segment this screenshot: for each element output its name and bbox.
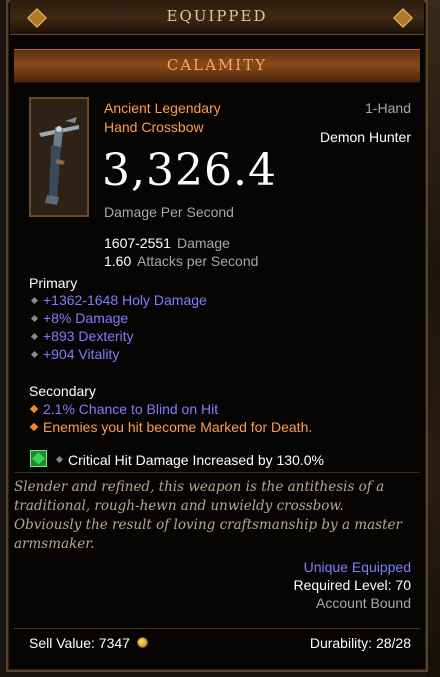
primary-heading: Primary <box>29 275 78 291</box>
emerald-gem-icon <box>30 450 47 467</box>
primary-stat: +8% Damage <box>43 310 129 326</box>
item-name-banner: CALAMITY <box>14 49 420 83</box>
secondary-stat-legendary: Enemies you hit become Marked for Death. <box>43 419 313 435</box>
socket-bonus: Critical Hit Damage Increased by 130.0% <box>68 452 325 468</box>
background-scene <box>426 0 440 677</box>
durability: Durability: 28/28 <box>309 635 411 651</box>
secondary-stat: 2.1% Chance to Blind on Hit <box>43 401 219 417</box>
item-class: Demon Hunter <box>319 129 411 145</box>
dps-label: Damage Per Second <box>104 204 234 220</box>
divider <box>14 472 420 473</box>
item-icon-frame <box>29 97 89 217</box>
item-type: Hand Crossbow <box>104 119 204 135</box>
gold-coin-icon <box>137 637 148 648</box>
primary-stat: +904 Vitality <box>43 346 120 362</box>
hand-crossbow-icon <box>31 99 87 215</box>
account-bound: Account Bound <box>316 595 411 611</box>
attack-speed-label: Attacks per Second <box>137 253 259 269</box>
secondary-heading: Secondary <box>29 383 96 399</box>
attack-speed-value: 1.60 <box>104 253 132 269</box>
equipped-header: EQUIPPED <box>10 0 424 35</box>
required-level: Required Level: 70 <box>293 577 411 593</box>
item-name: CALAMITY <box>166 56 268 74</box>
dps-value: 3,326.4 <box>102 145 277 196</box>
unique-equipped: Unique Equipped <box>303 559 411 575</box>
item-slot: 1-Hand <box>365 100 411 116</box>
primary-stat: +893 Dexterity <box>43 328 134 344</box>
damage-value: 1607-2551 <box>104 235 171 251</box>
sell-value: Sell Value: 7347 <box>29 635 130 651</box>
equipped-label: EQUIPPED <box>166 7 268 25</box>
item-rarity: Ancient Legendary <box>104 100 221 116</box>
primary-stat: +1362-1648 Holy Damage <box>43 292 207 308</box>
flavor-text: Slender and refined, this weapon is the … <box>14 479 402 552</box>
damage-label: Damage <box>177 235 230 251</box>
